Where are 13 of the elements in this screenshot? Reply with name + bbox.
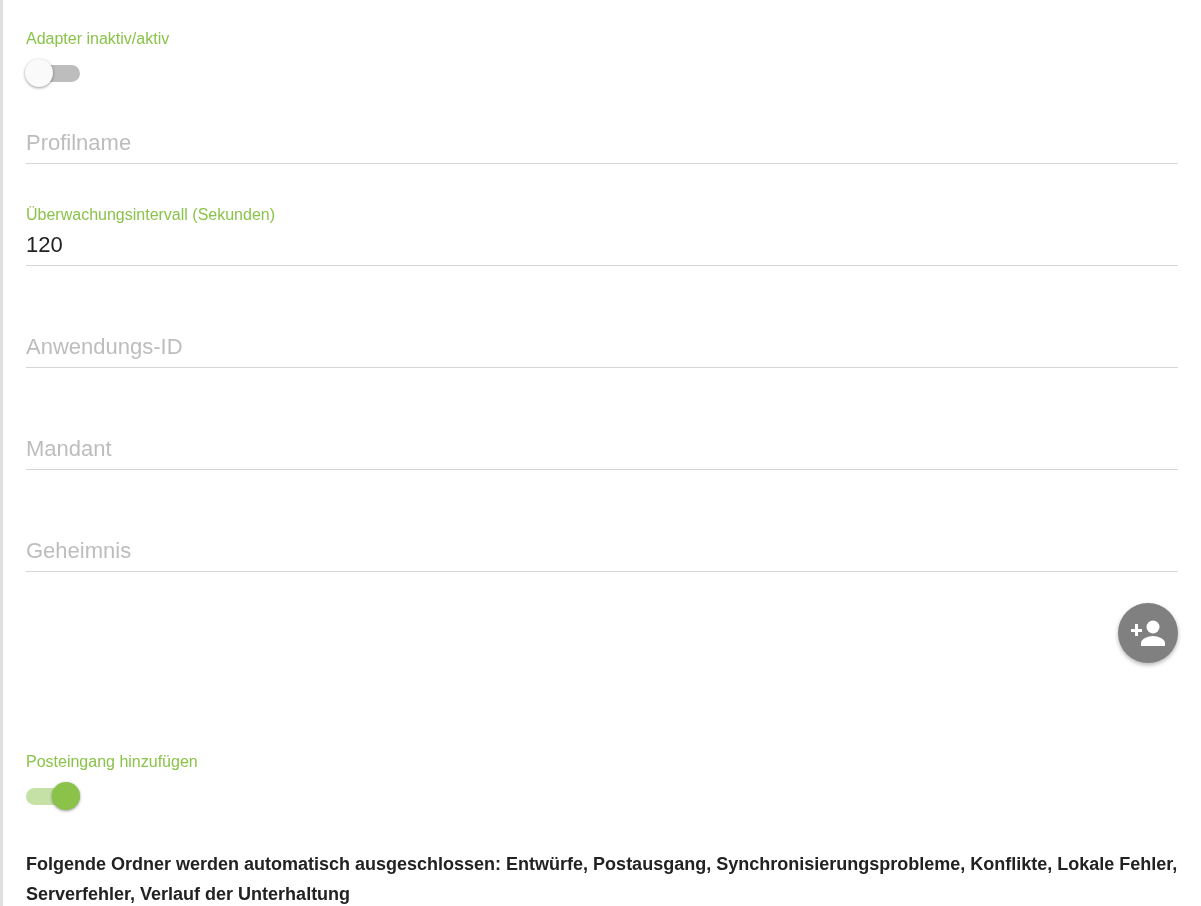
field-label: Überwachungsintervall (Sekunden) (26, 205, 277, 225)
input-field[interactable]: Geheimnis (26, 531, 1178, 572)
toggle-switch[interactable] (26, 785, 80, 807)
toggle-label: Posteingang hinzufügen (26, 752, 199, 772)
toggle-switch[interactable] (26, 62, 80, 84)
add-person-button[interactable] (1118, 603, 1178, 663)
toggle-label: Adapter inaktiv/aktiv (26, 29, 171, 49)
input-field[interactable]: 120 (26, 225, 1178, 266)
info-text: Folgende Ordner werden automatisch ausgeschlossen: Entwürfe, Postausgang, Synchronisierungsprobleme, Konflikte, Lokale Fehler, Serverfehler, Verlauf der Unterhaltung (26, 853, 1178, 906)
input-field[interactable]: Mandant (26, 429, 1178, 470)
input-field[interactable]: Anwendungs-ID (26, 327, 1178, 368)
input-field[interactable]: Profilname (26, 123, 1178, 164)
add-person-icon (1130, 619, 1166, 647)
